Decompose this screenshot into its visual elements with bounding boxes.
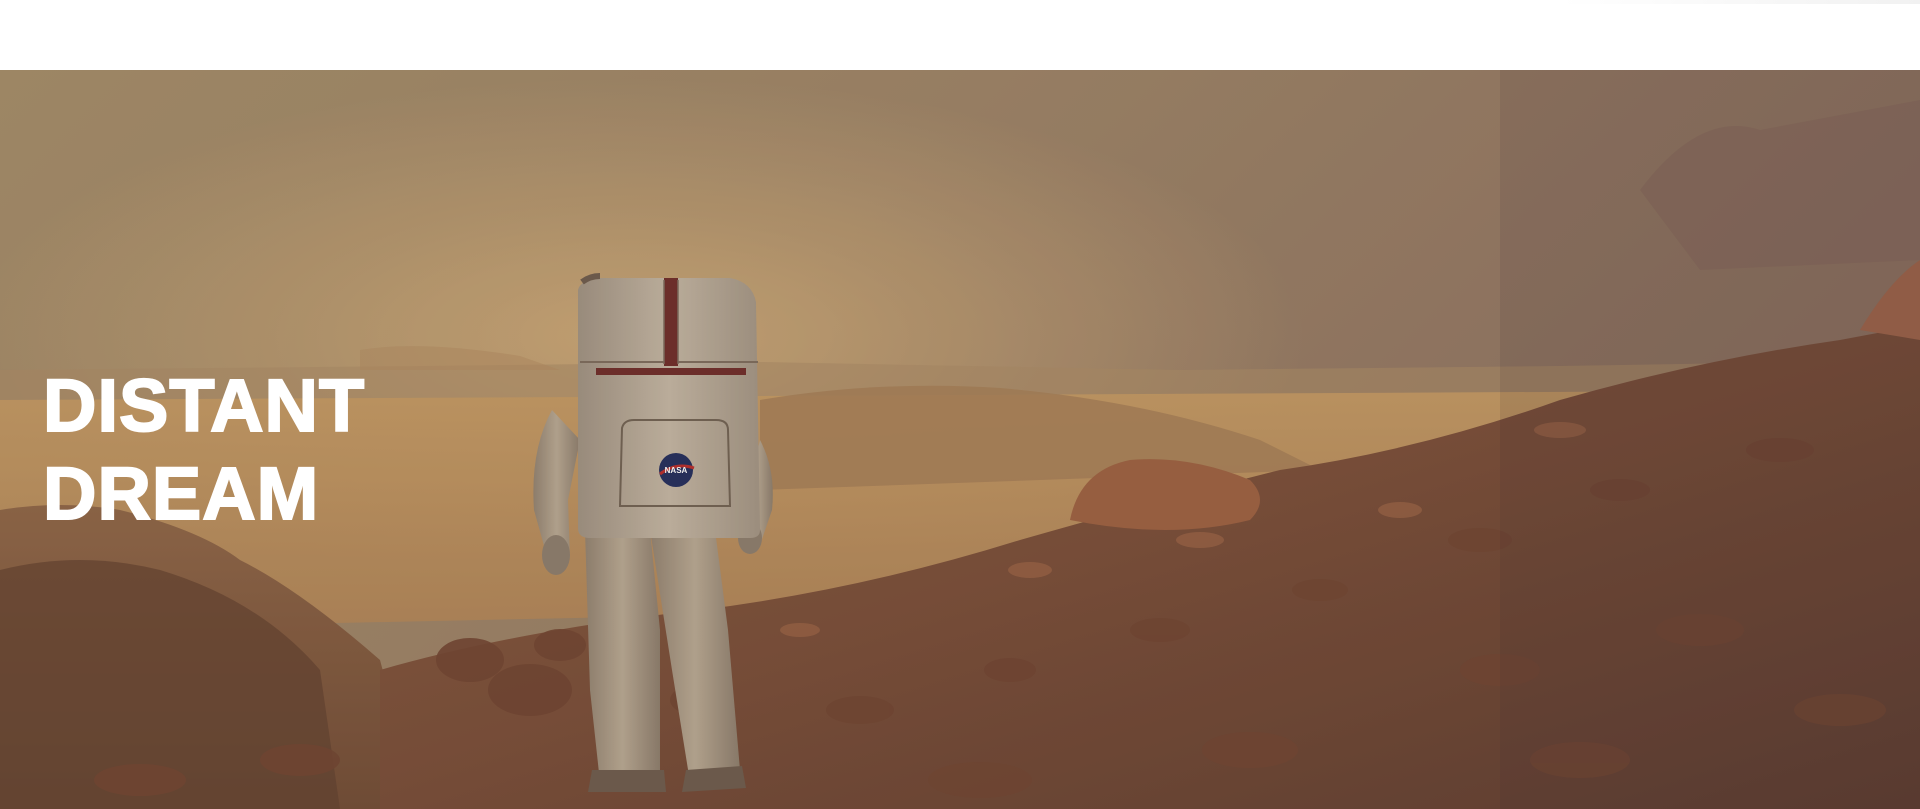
hero-banner: NASA DISTANT DREAM — [0, 70, 1920, 809]
hero-title-line-1: DISTANT — [42, 363, 366, 448]
hero-title-line-2: DREAM — [42, 451, 320, 536]
top-bar — [0, 0, 1920, 70]
top-bar-shadow — [1560, 0, 1920, 4]
hero-title: DISTANT DREAM — [42, 362, 366, 538]
page: NASA DISTANT DREAM — [0, 0, 1920, 809]
